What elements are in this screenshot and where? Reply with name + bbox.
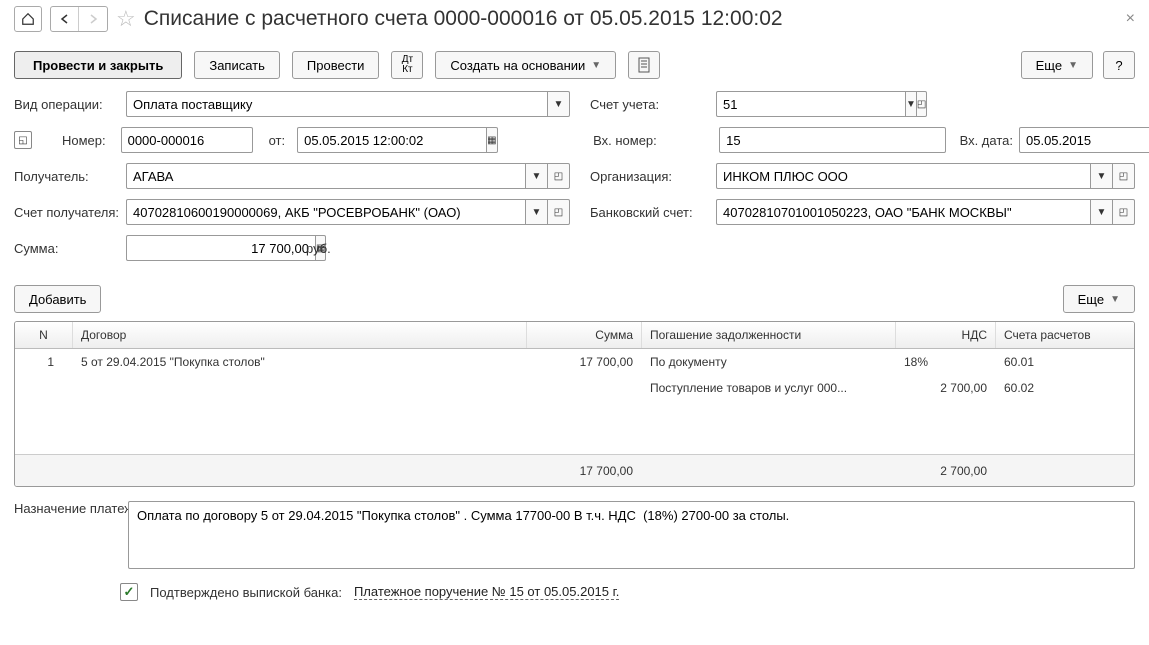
open-icon[interactable]: ◰ bbox=[917, 91, 927, 117]
form-area: Вид операции: ▼ Счет учета: ▼ ◰ ◱ Номер:… bbox=[0, 87, 1149, 285]
in-date-label: Вх. дата: bbox=[960, 133, 1013, 148]
post-button[interactable]: Провести bbox=[292, 51, 380, 79]
app-window: ☆ Списание с расчетного счета 0000-00001… bbox=[0, 0, 1149, 645]
amount-label: Сумма: bbox=[14, 241, 120, 256]
caret-down-icon: ▼ bbox=[591, 60, 601, 71]
recipient-input[interactable] bbox=[126, 163, 526, 189]
purpose-row: Назначение платежа: bbox=[0, 487, 1149, 583]
bank-statement-link[interactable]: Платежное поручение № 15 от 05.05.2015 г… bbox=[354, 584, 619, 600]
recipient-field[interactable]: ▼ ◰ bbox=[126, 163, 570, 189]
open-icon[interactable]: ◰ bbox=[1113, 163, 1135, 189]
confirmed-checkbox[interactable]: ✓ bbox=[120, 583, 138, 601]
from-label: от: bbox=[269, 133, 286, 148]
open-icon[interactable]: ◰ bbox=[548, 199, 570, 225]
operation-type-field[interactable]: ▼ bbox=[126, 91, 570, 117]
help-button[interactable]: ? bbox=[1103, 51, 1135, 79]
toolbar-right: Еще▼ ? bbox=[1021, 51, 1135, 79]
calendar-icon[interactable]: ▦ bbox=[487, 127, 497, 153]
attachments-button[interactable] bbox=[628, 51, 660, 79]
page-title: Списание с расчетного счета 0000-000016 … bbox=[144, 7, 783, 31]
dropdown-icon[interactable]: ▼ bbox=[526, 199, 548, 225]
create-based-on-button[interactable]: Создать на основании▼ bbox=[435, 51, 616, 79]
table-more-button[interactable]: Еще▼ bbox=[1063, 285, 1135, 313]
nav-arrows[interactable] bbox=[50, 6, 108, 32]
account-input[interactable] bbox=[716, 91, 906, 117]
col-accounts[interactable]: Счета расчетов bbox=[996, 322, 1116, 348]
bank-account-field[interactable]: ▼ ◰ bbox=[716, 199, 1135, 225]
table-footer: 17 700,00 2 700,00 bbox=[15, 454, 1134, 486]
account-label: Счет учета: bbox=[590, 97, 710, 112]
caret-down-icon: ▼ bbox=[1110, 294, 1120, 305]
add-row-button[interactable]: Добавить bbox=[14, 285, 101, 313]
dropdown-icon[interactable]: ▼ bbox=[1091, 199, 1113, 225]
in-date-input[interactable] bbox=[1019, 127, 1149, 153]
organization-input[interactable] bbox=[716, 163, 1091, 189]
post-and-close-button[interactable]: Провести и закрыть bbox=[14, 51, 182, 79]
number-label: Номер: bbox=[62, 133, 106, 148]
toolbar: Провести и закрыть Записать Провести ДтК… bbox=[0, 43, 1149, 87]
recipient-account-input[interactable] bbox=[126, 199, 526, 225]
purpose-input[interactable] bbox=[128, 501, 1135, 569]
in-number-label: Вх. номер: bbox=[593, 133, 713, 148]
nav-bar: ☆ Списание с расчетного счета 0000-00001… bbox=[0, 0, 1149, 43]
in-date-field[interactable]: ▦ bbox=[1019, 127, 1135, 153]
bank-account-label: Банковский счет: bbox=[590, 205, 710, 220]
table-toolbar: Добавить Еще▼ bbox=[0, 285, 1149, 321]
amount-field[interactable]: ▦ bbox=[126, 235, 296, 261]
open-icon[interactable]: ◰ bbox=[1113, 199, 1135, 225]
dtkt-icon: ДтКт bbox=[402, 55, 413, 75]
debit-credit-button[interactable]: ДтКт bbox=[391, 51, 423, 79]
close-button[interactable]: × bbox=[1126, 10, 1135, 28]
home-icon bbox=[21, 12, 35, 26]
table-row[interactable]: Поступление товаров и услуг 000... 2 700… bbox=[15, 375, 1134, 401]
amount-input[interactable] bbox=[126, 235, 316, 261]
home-button[interactable] bbox=[14, 6, 42, 32]
details-table: N Договор Сумма Погашение задолженности … bbox=[14, 321, 1135, 487]
more-button[interactable]: Еще▼ bbox=[1021, 51, 1093, 79]
col-contract[interactable]: Договор bbox=[73, 322, 527, 348]
table-body[interactable]: 1 5 от 29.04.2015 "Покупка столов" 17 70… bbox=[15, 349, 1134, 454]
dropdown-icon[interactable]: ▼ bbox=[548, 91, 570, 117]
back-button[interactable] bbox=[51, 7, 79, 31]
number-input[interactable] bbox=[121, 127, 253, 153]
dropdown-icon[interactable]: ▼ bbox=[526, 163, 548, 189]
confirmed-label: Подтверждено выпиской банка: bbox=[150, 585, 342, 600]
save-button[interactable]: Записать bbox=[194, 51, 280, 79]
confirm-row: ✓ Подтверждено выпиской банка: Платежное… bbox=[0, 583, 1149, 611]
recipient-account-field[interactable]: ▼ ◰ bbox=[126, 199, 570, 225]
caret-down-icon: ▼ bbox=[1068, 60, 1078, 71]
document-icon bbox=[637, 57, 651, 73]
open-icon[interactable]: ◰ bbox=[548, 163, 570, 189]
organization-label: Организация: bbox=[590, 169, 710, 184]
date-field[interactable]: ▦ bbox=[297, 127, 469, 153]
currency-label: руб. bbox=[306, 241, 331, 256]
left-tool-col: ◱ Номер: bbox=[14, 131, 115, 149]
dropdown-icon[interactable]: ▼ bbox=[906, 91, 917, 117]
recipient-label: Получатель: bbox=[14, 169, 120, 184]
account-field[interactable]: ▼ ◰ bbox=[716, 91, 836, 117]
dropdown-icon[interactable]: ▼ bbox=[1091, 163, 1113, 189]
bank-account-input[interactable] bbox=[716, 199, 1091, 225]
arrow-left-icon bbox=[59, 13, 71, 25]
favorite-star-icon[interactable]: ☆ bbox=[116, 6, 136, 32]
forward-button[interactable] bbox=[79, 7, 107, 31]
operation-type-input[interactable] bbox=[126, 91, 548, 117]
col-n[interactable]: N bbox=[15, 322, 73, 348]
in-number-input[interactable] bbox=[719, 127, 945, 153]
col-debt[interactable]: Погашение задолженности bbox=[642, 322, 896, 348]
recipient-account-label: Счет получателя: bbox=[14, 205, 120, 220]
date-input[interactable] bbox=[297, 127, 487, 153]
operation-type-label: Вид операции: bbox=[14, 97, 120, 112]
table-header: N Договор Сумма Погашение задолженности … bbox=[15, 322, 1134, 349]
table-row[interactable]: 1 5 от 29.04.2015 "Покупка столов" 17 70… bbox=[15, 349, 1134, 375]
arrow-right-icon bbox=[87, 13, 99, 25]
col-sum[interactable]: Сумма bbox=[527, 322, 642, 348]
note-icon[interactable]: ◱ bbox=[14, 131, 32, 149]
purpose-label: Назначение платежа: bbox=[14, 501, 120, 569]
organization-field[interactable]: ▼ ◰ bbox=[716, 163, 1135, 189]
col-vat[interactable]: НДС bbox=[896, 322, 996, 348]
